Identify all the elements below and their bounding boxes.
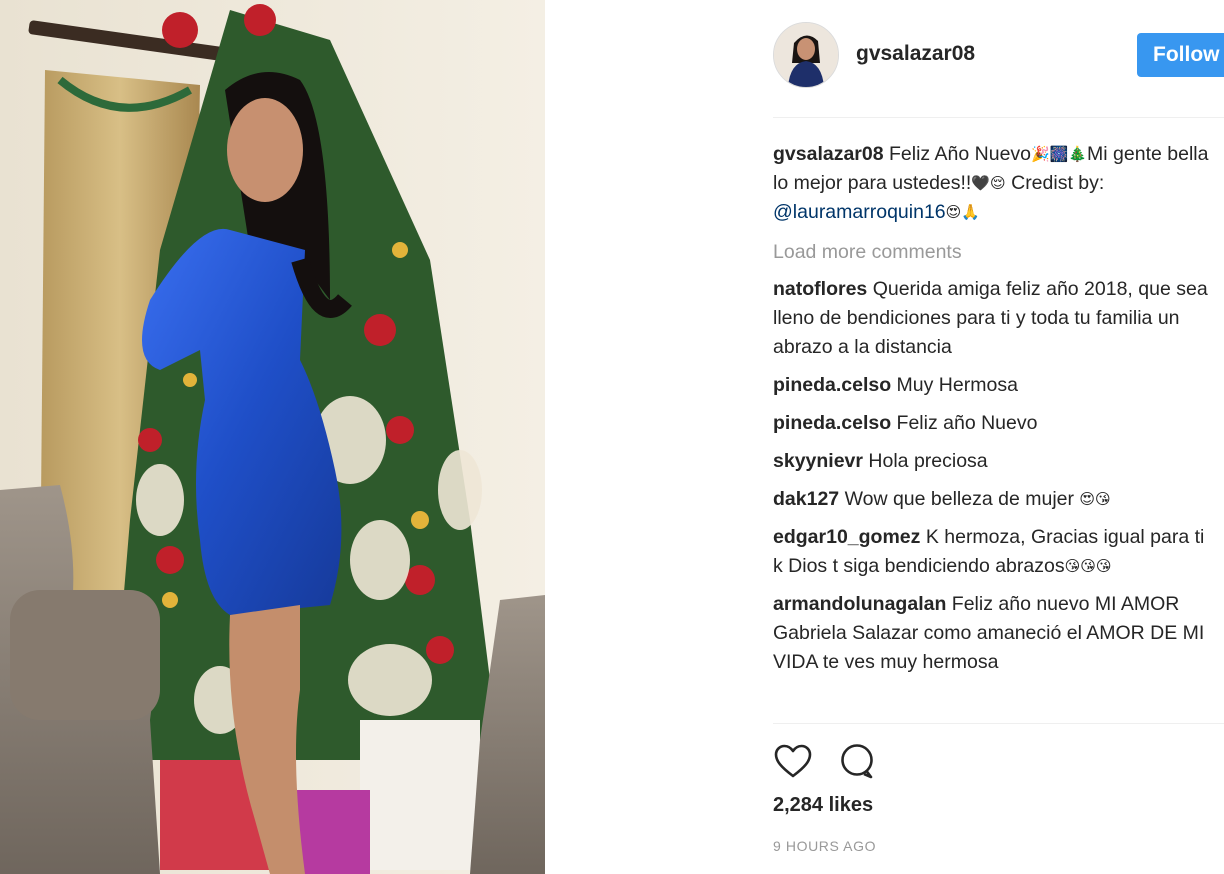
comment: skyynievr Hola preciosa [773, 447, 1213, 476]
comment: armandolunagalan Feliz año nuevo MI AMOR… [773, 590, 1213, 677]
comment-username[interactable]: pineda.celso [773, 374, 891, 396]
comment-bubble-icon [841, 744, 873, 779]
comment-text: Hola preciosa [868, 450, 988, 472]
likes-count[interactable]: 2,284 likes [773, 794, 873, 817]
comment: natoflores Querida amiga feliz año 2018,… [773, 275, 1213, 362]
comment-text: Muy Hermosa [896, 374, 1018, 396]
comment: edgar10_gomez K hermoza, Gracias igual p… [773, 523, 1213, 581]
comment-button[interactable] [837, 742, 877, 782]
comment-text: Feliz año Nuevo [896, 412, 1038, 434]
caption-emoji: 😍🙏 [945, 204, 980, 221]
avatar[interactable] [773, 22, 839, 88]
comment-username[interactable]: natoflores [773, 278, 867, 300]
comment-username[interactable]: skyynievr [773, 450, 863, 472]
post-timestamp: 9 HOURS AGO [773, 838, 877, 854]
post-header: gvsalazar08 Follow [773, 22, 1224, 88]
caption-username[interactable]: gvsalazar08 [773, 143, 884, 165]
post-actions [773, 742, 893, 782]
comment-username[interactable]: dak127 [773, 488, 839, 510]
heart-icon [774, 744, 812, 778]
comment-username[interactable]: pineda.celso [773, 412, 891, 434]
load-more-comments-button[interactable]: Load more comments [773, 238, 1213, 267]
caption-text: Credist by: [1005, 172, 1105, 194]
avatar-image [774, 23, 838, 87]
comment-emoji: 😘😘😘 [1064, 558, 1112, 575]
comment-username[interactable]: edgar10_gomez [773, 526, 920, 548]
comment-text: Wow que belleza de mujer [844, 488, 1074, 510]
caption-mention[interactable]: @lauramarroquin16 [773, 201, 946, 223]
comments-list[interactable]: gvsalazar08 Feliz Año Nuevo🎉🎆🎄Mi gente b… [773, 140, 1213, 722]
post-photo[interactable] [0, 0, 545, 874]
caption-emoji: 🖤😌 [971, 175, 1006, 192]
post-caption: gvsalazar08 Feliz Año Nuevo🎉🎆🎄Mi gente b… [773, 140, 1213, 227]
follow-button[interactable]: Follow [1137, 33, 1224, 77]
actions-divider [773, 723, 1224, 724]
post-photo-illustration [0, 0, 545, 874]
comment: pineda.celso Feliz año Nuevo [773, 409, 1213, 438]
like-button[interactable] [773, 742, 813, 782]
caption-emoji: 🎉🎆🎄 [1031, 146, 1088, 163]
comment-username[interactable]: armandolunagalan [773, 593, 946, 615]
comment: dak127 Wow que belleza de mujer 😍😘 [773, 485, 1213, 514]
comment: pineda.celso Muy Hermosa [773, 371, 1213, 400]
post-username[interactable]: gvsalazar08 [856, 42, 975, 66]
comment-emoji: 😍😘 [1079, 491, 1111, 508]
post-details-pane: gvsalazar08 Follow gvsalazar08 Feliz Año… [545, 0, 1224, 874]
caption-text: Feliz Año Nuevo [883, 143, 1032, 165]
header-divider [773, 117, 1224, 118]
